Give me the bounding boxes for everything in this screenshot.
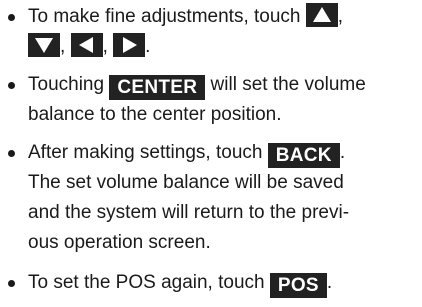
item-text: Touching [28, 74, 105, 95]
center-key: CENTER [109, 75, 206, 100]
comma: , [337, 6, 344, 27]
left-arrow-key-icon [70, 33, 103, 57]
period: . [145, 36, 151, 57]
item-text-after-line-2: and the system will return to the previ- [28, 202, 350, 223]
item-text-after-line-3: ous operation screen. [28, 232, 211, 253]
comma: , [102, 36, 108, 57]
bullet-icon [8, 82, 15, 89]
pos-key: POS [269, 273, 327, 298]
list-item-fine-adjust: To make fine adjustments, touch , , , . [6, 2, 422, 62]
right-arrow-key-icon [113, 33, 146, 57]
down-arrow-key-icon [28, 33, 60, 57]
item-text: To set the POS again, touch [28, 272, 265, 293]
list-item-center: Touching CENTER will set the volume bala… [6, 70, 422, 130]
instruction-list: To make fine adjustments, touch , , , . … [0, 0, 422, 307]
item-text: To make fine adjustments, touch [28, 6, 301, 27]
comma: , [60, 36, 66, 57]
list-item-back: After making settings, touch BACK. The s… [6, 138, 422, 258]
back-key: BACK [267, 143, 340, 168]
up-arrow-key-icon [305, 3, 338, 27]
period: . [339, 142, 346, 163]
item-text-after-line-1: The set volume balance will be saved [28, 172, 344, 193]
bullet-icon [8, 14, 15, 21]
period: . [326, 272, 333, 293]
item-text: After making settings, touch [28, 142, 263, 163]
bullet-icon [8, 280, 15, 287]
bullet-icon [8, 150, 15, 157]
list-item-pos: To set the POS again, touch POS. [6, 268, 422, 298]
